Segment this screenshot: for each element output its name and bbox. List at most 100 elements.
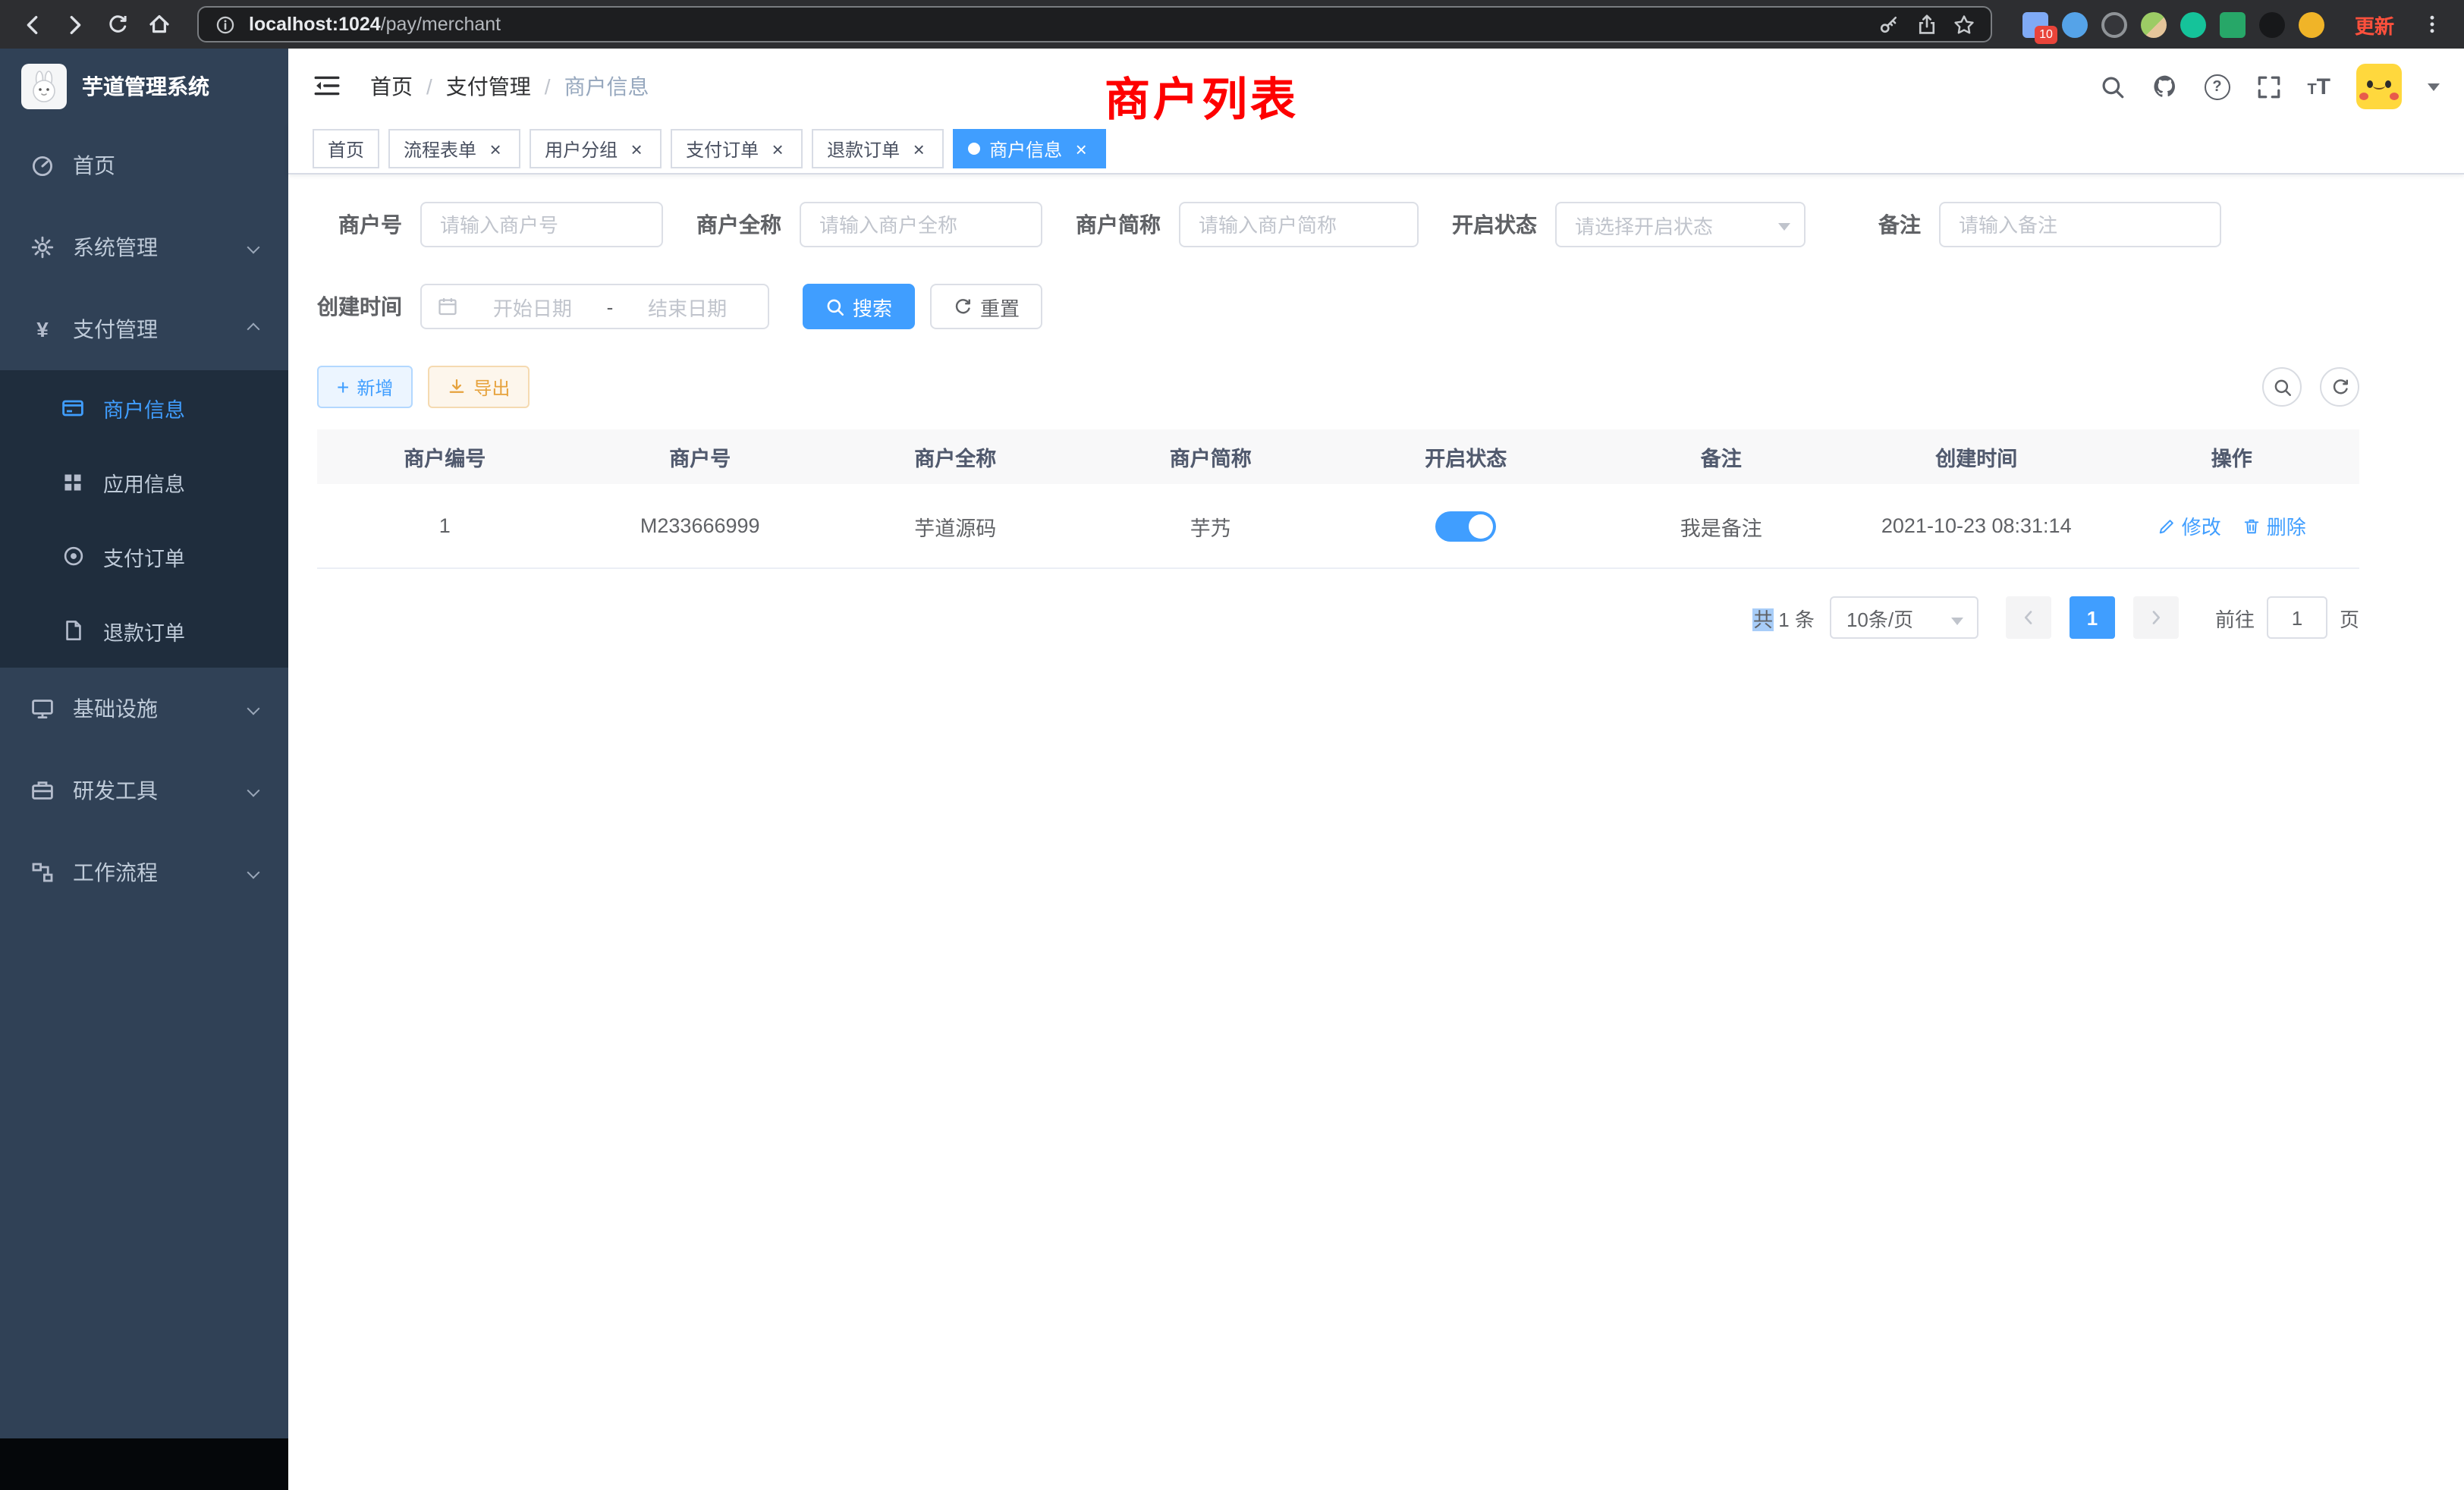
merchant-no-input[interactable] bbox=[420, 202, 663, 247]
plus-icon: + bbox=[337, 376, 349, 398]
status-select[interactable]: 请选择开启状态 bbox=[1555, 202, 1806, 247]
trash-icon bbox=[2242, 517, 2261, 535]
chevron-up-icon bbox=[247, 323, 260, 336]
browser-toolbar: localhost:1024/pay/merchant 10 更新 bbox=[0, 0, 2464, 49]
remark-input[interactable] bbox=[1939, 202, 2221, 247]
cell-remark: 我是备注 bbox=[1594, 511, 1850, 541]
goto-label: 前往 bbox=[2215, 603, 2255, 632]
status-toggle[interactable] bbox=[1435, 511, 1496, 541]
help-icon[interactable]: ? bbox=[2204, 74, 2230, 99]
full-name-input[interactable] bbox=[800, 202, 1042, 247]
merchant-table: 商户编号 商户号 商户全称 商户简称 开启状态 备注 创建时间 操作 1 M23… bbox=[317, 429, 2359, 569]
close-icon[interactable]: × bbox=[909, 139, 929, 159]
tab-label: 首页 bbox=[328, 136, 364, 162]
extension-icon-4[interactable] bbox=[2141, 11, 2167, 37]
filter-short-name: 商户简称 bbox=[1076, 202, 1419, 247]
tab-user-group[interactable]: 用户分组× bbox=[530, 129, 662, 168]
sidebar-footer bbox=[0, 1438, 288, 1490]
sidebar-item-system[interactable]: 系统管理 bbox=[0, 206, 288, 288]
collapse-menu-icon[interactable] bbox=[313, 71, 343, 102]
browser-menu-icon[interactable] bbox=[2415, 8, 2449, 41]
toggle-search-button[interactable] bbox=[2262, 367, 2302, 407]
sidebar-item-workflow[interactable]: 工作流程 bbox=[0, 831, 288, 913]
fullscreen-icon[interactable] bbox=[2255, 74, 2281, 99]
filter-full-name: 商户全称 bbox=[696, 202, 1042, 247]
filter-row-2: 创建时间 开始日期 - 结束日期 搜索 重置 bbox=[317, 284, 2359, 329]
breadcrumb-payment[interactable]: 支付管理 bbox=[446, 71, 531, 102]
sidebar-item-app-info[interactable]: 应用信息 bbox=[0, 445, 288, 519]
credit-card-icon bbox=[61, 395, 85, 420]
reset-button[interactable]: 重置 bbox=[930, 284, 1042, 329]
reload-icon[interactable] bbox=[100, 8, 134, 41]
address-bar[interactable]: localhost:1024/pay/merchant bbox=[197, 6, 1992, 42]
sidebar-item-dev-tools[interactable]: 研发工具 bbox=[0, 750, 288, 831]
goto-page-input[interactable] bbox=[2267, 596, 2327, 639]
close-icon[interactable]: × bbox=[768, 139, 787, 159]
github-icon[interactable] bbox=[2151, 73, 2178, 100]
col-remark: 备注 bbox=[1594, 442, 1850, 472]
tab-process-form[interactable]: 流程表单× bbox=[388, 129, 520, 168]
page-size-select[interactable]: 10条/页 bbox=[1830, 596, 1978, 639]
back-icon[interactable] bbox=[15, 8, 49, 41]
tab-home[interactable]: 首页 bbox=[313, 129, 379, 168]
extension-icon-5[interactable] bbox=[2180, 11, 2206, 37]
edit-link[interactable]: 修改 bbox=[2158, 511, 2221, 540]
delete-link[interactable]: 删除 bbox=[2242, 511, 2306, 540]
col-actions: 操作 bbox=[2104, 442, 2360, 472]
tab-pay-order[interactable]: 支付订单× bbox=[671, 129, 803, 168]
close-icon[interactable]: × bbox=[486, 139, 505, 159]
extension-icon-1[interactable]: 10 bbox=[2022, 11, 2048, 37]
prev-page-button[interactable] bbox=[2006, 596, 2051, 639]
forward-icon[interactable] bbox=[58, 8, 91, 41]
pagination: 共 1 条 10条/页 1 前往 页 bbox=[317, 596, 2359, 639]
close-icon[interactable]: × bbox=[1071, 139, 1091, 159]
short-name-input[interactable] bbox=[1179, 202, 1419, 247]
bookmark-star-icon[interactable] bbox=[1951, 11, 1978, 38]
sidebar-item-payment[interactable]: ¥ 支付管理 bbox=[0, 288, 288, 370]
filter-merchant-no: 商户号 bbox=[317, 202, 663, 247]
font-size-icon[interactable]: TT bbox=[2307, 75, 2330, 98]
extension-icon-2[interactable] bbox=[2062, 11, 2088, 37]
col-merchant-no: 商户号 bbox=[573, 442, 828, 472]
extension-icon-8[interactable] bbox=[2299, 11, 2324, 37]
home-icon[interactable] bbox=[143, 8, 176, 41]
export-button[interactable]: 导出 bbox=[428, 366, 530, 408]
next-page-button[interactable] bbox=[2133, 596, 2179, 639]
sidebar-item-pay-order[interactable]: 支付订单 bbox=[0, 519, 288, 593]
sidebar-item-infrastructure[interactable]: 基础设施 bbox=[0, 668, 288, 750]
share-icon[interactable] bbox=[1913, 11, 1941, 38]
tab-merchant-info[interactable]: 商户信息× bbox=[953, 129, 1106, 168]
extensions-area: 10 bbox=[2013, 11, 2334, 37]
chrome-update-button[interactable]: 更新 bbox=[2355, 10, 2394, 39]
user-menu-caret-icon[interactable] bbox=[2428, 83, 2440, 90]
password-key-icon[interactable] bbox=[1875, 11, 1903, 38]
delete-link-label: 删除 bbox=[2267, 511, 2306, 540]
extension-icon-6[interactable] bbox=[2220, 11, 2246, 37]
tab-refund-order[interactable]: 退款订单 × bbox=[812, 129, 944, 168]
user-avatar[interactable] bbox=[2356, 64, 2402, 109]
refresh-table-button[interactable] bbox=[2320, 367, 2359, 407]
page-number-1[interactable]: 1 bbox=[2070, 596, 2115, 639]
search-button-label: 搜索 bbox=[853, 292, 892, 321]
chevron-down-icon bbox=[1951, 618, 1963, 625]
extension-icon-7[interactable] bbox=[2259, 11, 2285, 37]
sidebar-item-refund-order[interactable]: 退款订单 bbox=[0, 593, 288, 668]
sidebar-item-merchant-info[interactable]: 商户信息 bbox=[0, 370, 288, 445]
breadcrumb-home[interactable]: 首页 bbox=[370, 71, 413, 102]
app-logo[interactable]: 芋道管理系统 bbox=[0, 49, 288, 124]
site-info-icon[interactable] bbox=[211, 11, 238, 38]
tab-label: 退款订单 bbox=[827, 136, 900, 162]
pagination-total-text: 1 条 bbox=[1778, 608, 1815, 630]
date-separator: - bbox=[607, 295, 614, 318]
grid-icon bbox=[61, 470, 85, 494]
extension-icon-3[interactable] bbox=[2101, 11, 2127, 37]
circle-dot-icon bbox=[61, 544, 85, 568]
search-button[interactable]: 搜索 bbox=[803, 284, 915, 329]
search-icon[interactable] bbox=[2099, 74, 2125, 99]
sidebar-item-home[interactable]: 首页 bbox=[0, 124, 288, 206]
date-range-picker[interactable]: 开始日期 - 结束日期 bbox=[420, 284, 769, 329]
close-icon[interactable]: × bbox=[627, 139, 646, 159]
page-content: 商户号 商户全称 商户简称 开启状态 请选择开启状态 bbox=[288, 174, 2359, 639]
col-merchant-id: 商户编号 bbox=[317, 442, 573, 472]
add-button[interactable]: + 新增 bbox=[317, 366, 413, 408]
